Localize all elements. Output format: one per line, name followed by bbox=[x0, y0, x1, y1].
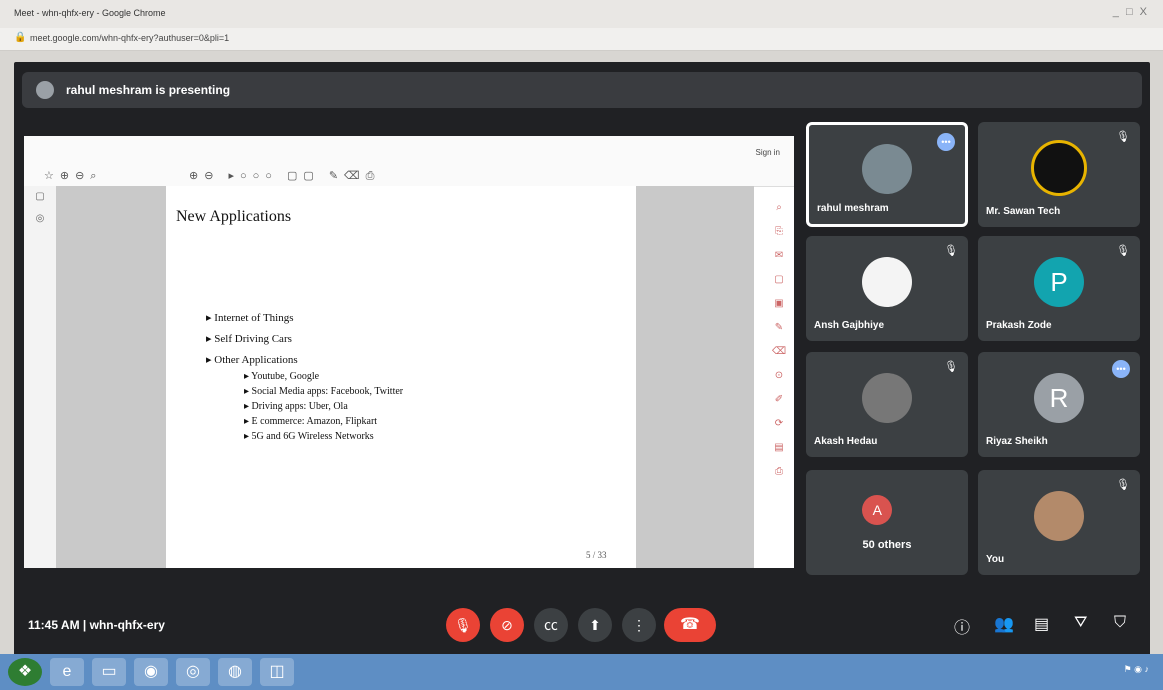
host-controls-icon[interactable]: ⛉ bbox=[1114, 614, 1126, 632]
activities-icon[interactable]: ⛛ bbox=[1074, 614, 1087, 632]
bullet-item: Other Applications bbox=[206, 350, 297, 371]
others-tile[interactable]: A 50 others bbox=[806, 470, 968, 575]
pdf-left-tools[interactable]: ☆⊕⊖⌕ bbox=[44, 169, 102, 183]
folder-icon[interactable]: ▭ bbox=[92, 658, 126, 686]
pdf-right-tools[interactable]: ⌕ ⎘ ✉ ▢ ▣ ✎ ⌫ ⊙ ✐ ⟳ ▤ ⎙ bbox=[772, 196, 786, 484]
avatar: P bbox=[1034, 257, 1084, 308]
mic-off-icon: 🎙 bbox=[944, 245, 958, 257]
avatar bbox=[862, 373, 912, 424]
mic-toggle-button[interactable]: 🎙 bbox=[446, 608, 480, 642]
people-icon[interactable]: 👥 bbox=[994, 614, 1014, 634]
subbullet-item: E commerce: Amazon, Flipkart bbox=[244, 414, 403, 429]
start-button[interactable]: ❖ bbox=[8, 658, 42, 686]
slide-title: New Applications bbox=[176, 208, 292, 225]
presenting-banner: rahul meshram is presenting bbox=[22, 72, 1142, 108]
meet-window: rahul meshram is presenting ☆⊕⊖⌕ ⊕⊖ ▸○○○… bbox=[14, 62, 1150, 660]
participant-tile[interactable]: R ••• Riyaz Sheikh bbox=[978, 352, 1140, 457]
app-icon[interactable]: ◫ bbox=[260, 658, 294, 686]
subbullet-item: 5G and 6G Wireless Networks bbox=[244, 429, 403, 444]
participant-tile[interactable]: P 🎙 Prakash Zode bbox=[978, 236, 1140, 341]
lock-icon: 🔒 bbox=[14, 32, 27, 43]
avatar: A bbox=[862, 494, 893, 525]
info-icon[interactable]: ⓘ bbox=[954, 614, 970, 638]
speaking-icon: ••• bbox=[1112, 360, 1130, 378]
slide-subbullets: Youtube, Google Social Media apps: Faceb… bbox=[244, 369, 403, 444]
subbullet-item: Social Media apps: Facebook, Twitter bbox=[244, 384, 404, 399]
leave-call-button[interactable]: ☎ bbox=[664, 608, 716, 642]
mic-off-icon: 🎙 bbox=[1116, 479, 1130, 491]
slide-bullets: Internet of Things Self Driving Cars Oth… bbox=[206, 308, 298, 371]
pdf-margin-right bbox=[636, 186, 754, 568]
captions-button[interactable]: ㏄ bbox=[534, 608, 568, 642]
pdf-toolbar: ☆⊕⊖⌕ ⊕⊖ ▸○○○ ▢▢ ✎⌫⎙ Sign in bbox=[24, 136, 794, 187]
browser-title-bar: Meet - whn-qhfx-ery - Google Chrome _ □ … bbox=[0, 0, 1163, 28]
participant-tile[interactable]: 🎙 Akash Hedau bbox=[806, 352, 968, 457]
presenter-avatar bbox=[36, 81, 54, 99]
media-icon[interactable]: ◉ bbox=[134, 658, 168, 686]
bullet-item: Internet of Things bbox=[206, 308, 298, 329]
avatar bbox=[1034, 491, 1084, 542]
participant-name: Riyaz Sheikh bbox=[986, 436, 1048, 447]
window-title: Meet - whn-qhfx-ery - Google Chrome bbox=[14, 8, 166, 18]
speaking-icon: ••• bbox=[937, 133, 955, 151]
meeting-time-code: 11:45 AM | whn-qhfx-ery bbox=[28, 618, 165, 632]
mic-off-icon: 🎙 bbox=[1116, 245, 1130, 257]
meeting-controls-bar: 11:45 AM | whn-qhfx-ery 🎙 ⊘ ㏄ ⬆ ⋮ ☎ ⓘ 👥 … bbox=[14, 594, 1150, 660]
chrome-icon[interactable]: ◍ bbox=[218, 658, 252, 686]
pdf-center-tools[interactable]: ⊕⊖ ▸○○○ ▢▢ ✎⌫⎙ bbox=[189, 169, 380, 183]
participant-tile[interactable]: 🎙 Mr. Sawan Tech bbox=[978, 122, 1140, 227]
more-options-button[interactable]: ⋮ bbox=[622, 608, 656, 642]
pdf-margin-left bbox=[56, 186, 166, 568]
url-text[interactable]: meet.google.com/whn-qhfx-ery?authuser=0&… bbox=[30, 33, 229, 43]
subbullet-item: Youtube, Google bbox=[244, 369, 403, 384]
avatar bbox=[1031, 140, 1087, 197]
participant-name: Mr. Sawan Tech bbox=[986, 206, 1061, 217]
camera-toggle-button[interactable]: ⊘ bbox=[490, 608, 524, 642]
presenting-text: rahul meshram is presenting bbox=[66, 83, 231, 97]
pdf-left-rail[interactable]: ▢ ◎ bbox=[24, 186, 56, 568]
participant-name: You bbox=[986, 554, 1005, 565]
shared-screen: ☆⊕⊖⌕ ⊕⊖ ▸○○○ ▢▢ ✎⌫⎙ Sign in ▢ ◎ New Appli… bbox=[24, 136, 794, 568]
windows-taskbar: ❖ e ▭ ◉ ◎ ◍ ◫ ⚑ ◉ ♪ bbox=[0, 654, 1163, 690]
avatar: R bbox=[1034, 373, 1084, 424]
mic-off-icon: 🎙 bbox=[1116, 131, 1130, 143]
slide-page: New Applications Internet of Things Self… bbox=[166, 186, 636, 568]
firefox-icon[interactable]: ◎ bbox=[176, 658, 210, 686]
mic-off-icon: 🎙 bbox=[944, 361, 958, 373]
avatar bbox=[862, 143, 912, 194]
self-tile[interactable]: 🎙 You bbox=[978, 470, 1140, 575]
page-number: 5 / 33 bbox=[586, 550, 607, 560]
avatar bbox=[862, 257, 912, 308]
window-controls[interactable]: _ □ X bbox=[1113, 6, 1149, 18]
sign-in-link[interactable]: Sign in bbox=[756, 148, 780, 157]
participant-name: Prakash Zode bbox=[986, 320, 1052, 331]
participant-tile[interactable]: ••• rahul meshram bbox=[806, 122, 968, 227]
present-button[interactable]: ⬆ bbox=[578, 608, 612, 642]
chat-icon[interactable]: ▤ bbox=[1034, 614, 1049, 634]
participant-name: Akash Hedau bbox=[814, 436, 878, 447]
participant-name: rahul meshram bbox=[817, 203, 889, 214]
ie-icon[interactable]: e bbox=[50, 658, 84, 686]
address-bar[interactable]: 🔒 meet.google.com/whn-qhfx-ery?authuser=… bbox=[0, 28, 1163, 51]
subbullet-item: Driving apps: Uber, Ola bbox=[244, 399, 403, 414]
others-count: 50 others bbox=[862, 539, 912, 551]
system-tray[interactable]: ⚑ ◉ ♪ bbox=[1124, 664, 1149, 675]
participant-tile[interactable]: 🎙 Ansh Gajbhiye bbox=[806, 236, 968, 341]
bullet-item: Self Driving Cars bbox=[206, 329, 298, 350]
participant-name: Ansh Gajbhiye bbox=[814, 320, 885, 331]
